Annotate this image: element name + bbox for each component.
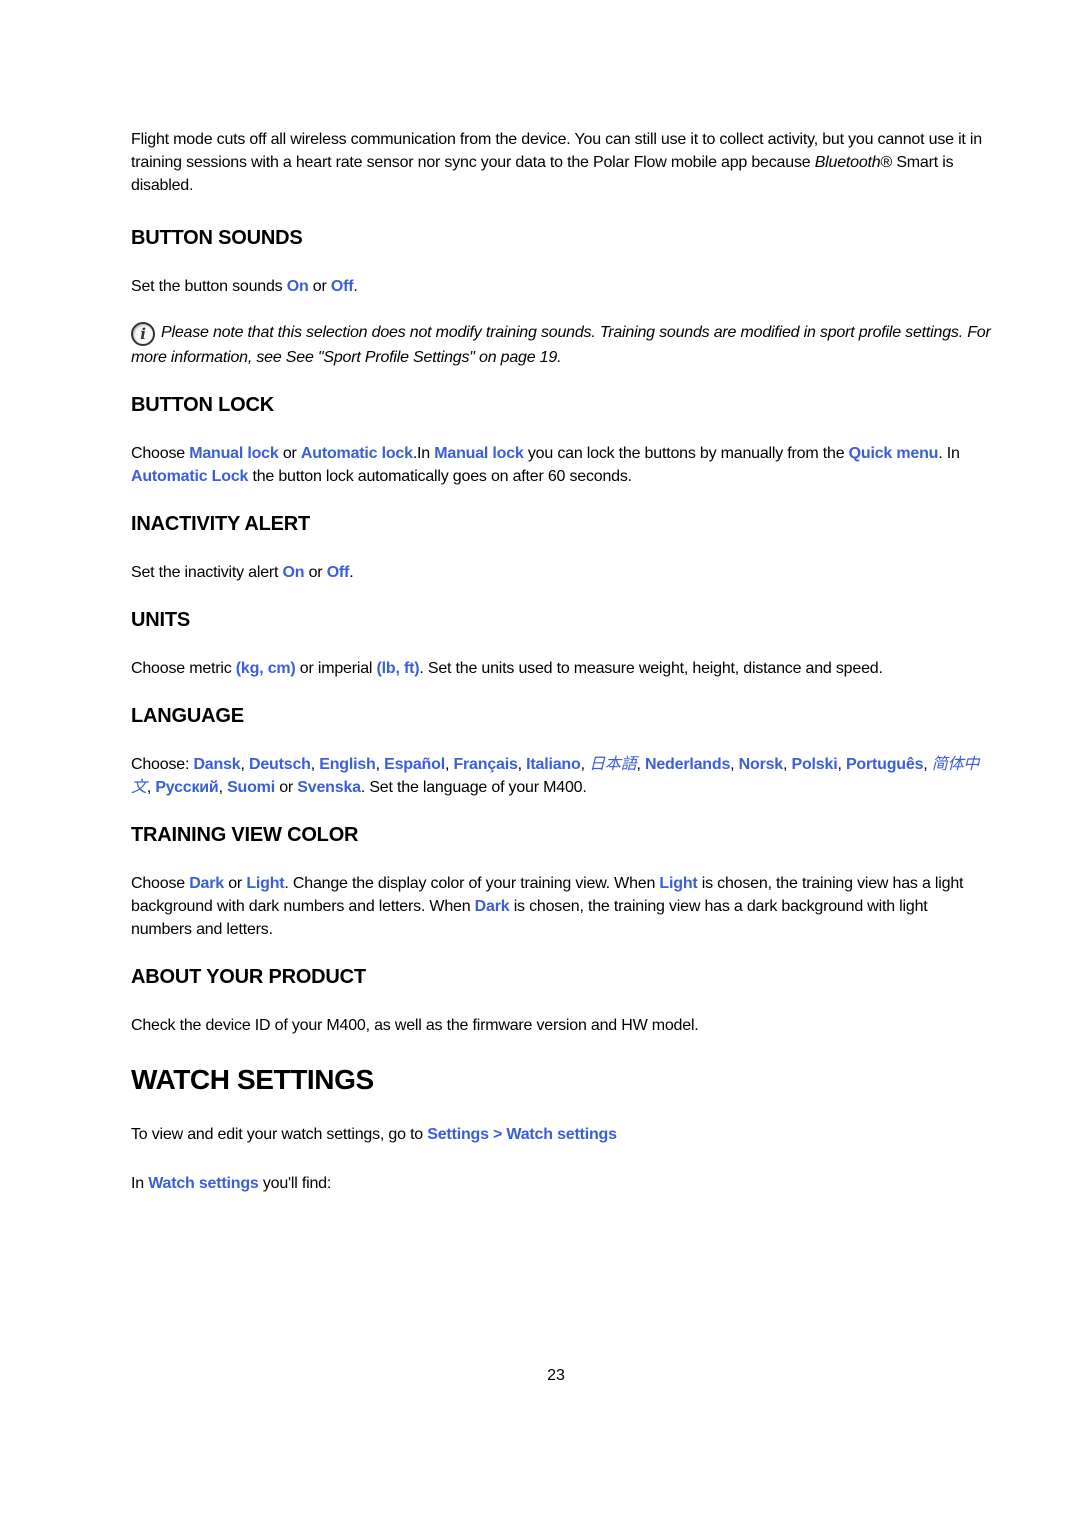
button-sounds-section: BUTTON SOUNDS Set the button sounds On o… [131, 225, 991, 369]
language-option[interactable]: Русский [155, 779, 218, 796]
units-section: UNITS Choose metric (kg, cm) or imperial… [131, 607, 991, 680]
text: or [278, 445, 301, 462]
page-number: 23 [547, 1367, 565, 1384]
text: Choose [131, 445, 190, 462]
separator: , [375, 756, 385, 773]
on-link[interactable]: On [287, 278, 309, 295]
separator: , [730, 756, 739, 773]
training-view-color-heading: TRAINING VIEW COLOR [131, 824, 359, 846]
text: . [353, 278, 358, 295]
button-lock-section: BUTTON LOCK Choose Manual lock or Automa… [131, 392, 991, 488]
text: . Set the language of your M400. [360, 779, 587, 796]
text: or [304, 564, 327, 581]
about-product-section: ABOUT YOUR PRODUCT Check the device ID o… [131, 964, 991, 1037]
language-option[interactable]: Dansk [193, 756, 240, 773]
inactivity-alert-section: INACTIVITY ALERT Set the inactivity aler… [131, 511, 991, 584]
language-option[interactable]: Polski [792, 756, 838, 773]
language-option[interactable]: Norsk [739, 756, 784, 773]
watch-settings-link[interactable]: Watch settings [148, 1175, 259, 1192]
text: you'll find: [258, 1175, 332, 1192]
separator: , [580, 756, 590, 773]
text: you can lock the buttons by manually fro… [523, 445, 849, 462]
language-option[interactable]: Suomi [227, 779, 275, 796]
separator: , [783, 756, 792, 773]
settings-path-link[interactable]: Settings > Watch settings [427, 1126, 617, 1143]
language-option[interactable]: Français [453, 756, 517, 773]
text: or imperial [295, 660, 377, 677]
about-product-paragraph: Check the device ID of your M400, as wel… [131, 1017, 699, 1034]
watch-settings-find: In Watch settings you'll find: [131, 1172, 991, 1195]
off-link[interactable]: Off [331, 278, 354, 295]
text: Choose metric [131, 660, 236, 677]
note-text: Please note that this selection does not… [131, 324, 991, 366]
language-heading: LANGUAGE [131, 705, 244, 727]
light-link[interactable]: Light [246, 875, 284, 892]
watch-settings-section: WATCH SETTINGS To view and edit your wat… [131, 1063, 991, 1195]
separator: , [517, 756, 527, 773]
units-heading: UNITS [131, 609, 191, 631]
text: Choose: [131, 756, 194, 773]
units-paragraph: Choose metric (kg, cm) or imperial (lb, … [131, 657, 991, 680]
watch-settings-intro: To view and edit your watch settings, go… [131, 1123, 991, 1146]
watch-settings-heading: WATCH SETTINGS [131, 1064, 374, 1095]
quick-menu-link[interactable]: Quick menu [849, 445, 939, 462]
language-option[interactable]: Português [846, 756, 924, 773]
text: Set the inactivity alert [131, 564, 283, 581]
on-link[interactable]: On [283, 564, 305, 581]
separator: , [218, 779, 228, 796]
text: .In [412, 445, 435, 462]
inactivity-alert-heading: INACTIVITY ALERT [131, 513, 311, 535]
language-option[interactable]: Español [384, 756, 445, 773]
light-link-2[interactable]: Light [659, 875, 697, 892]
button-sounds-paragraph: Set the button sounds On or Off. [131, 275, 991, 298]
text: . Change the display color of your train… [284, 875, 660, 892]
language-option[interactable]: 日本語 [589, 756, 637, 773]
button-sounds-heading: BUTTON SOUNDS [131, 227, 303, 249]
separator: , [310, 756, 320, 773]
off-link[interactable]: Off [327, 564, 350, 581]
separator: or [274, 779, 298, 796]
automatic-lock-link-2[interactable]: Automatic Lock [131, 468, 248, 485]
separator: , [240, 756, 249, 773]
separator: , [923, 756, 932, 773]
imperial-link[interactable]: (lb, ft) [377, 660, 420, 677]
text: Set the button sounds [131, 278, 287, 295]
text: the button lock automatically goes on af… [248, 468, 632, 485]
text: To view and edit your watch settings, go… [131, 1126, 428, 1143]
dark-link[interactable]: Dark [189, 875, 224, 892]
training-view-color-section: TRAINING VIEW COLOR Choose Dark or Light… [131, 822, 991, 941]
manual-lock-link[interactable]: Manual lock [189, 445, 279, 462]
language-option[interactable]: Nederlands [645, 756, 730, 773]
text: . Set the units used to measure weight, … [419, 660, 883, 677]
language-section: LANGUAGE Choose: Dansk, Deutsch, English… [131, 703, 991, 799]
language-option[interactable]: English [319, 756, 376, 773]
text: In [131, 1175, 149, 1192]
language-option[interactable]: Deutsch [249, 756, 311, 773]
bluetooth-term: Bluetooth [814, 154, 881, 171]
text: or [308, 278, 331, 295]
text: or [223, 875, 247, 892]
training-sounds-note: i Please note that this selection does no… [131, 321, 991, 369]
text: . In [938, 445, 960, 462]
inactivity-alert-paragraph: Set the inactivity alert On or Off. [131, 561, 991, 584]
text: . [349, 564, 354, 581]
language-option[interactable]: Italiano [526, 756, 581, 773]
info-icon: i [131, 322, 155, 346]
separator: , [636, 756, 645, 773]
language-option[interactable]: Svenska [297, 779, 361, 796]
automatic-lock-link[interactable]: Automatic lock [301, 445, 413, 462]
about-product-heading: ABOUT YOUR PRODUCT [131, 966, 366, 988]
text: Choose [131, 875, 190, 892]
flight-mode-paragraph: Flight mode cuts off all wireless commun… [131, 128, 991, 197]
training-view-color-paragraph: Choose Dark or Light. Change the display… [131, 872, 991, 941]
dark-link-2[interactable]: Dark [475, 898, 510, 915]
document-page: Flight mode cuts off all wireless commun… [131, 128, 991, 1195]
language-paragraph: Choose: Dansk, Deutsch, English, Español… [131, 753, 991, 799]
button-lock-paragraph: Choose Manual lock or Automatic lock.In … [131, 442, 991, 488]
manual-lock-link-2[interactable]: Manual lock [434, 445, 524, 462]
metric-link[interactable]: (kg, cm) [236, 660, 296, 677]
button-lock-heading: BUTTON LOCK [131, 394, 274, 416]
separator: , [837, 756, 846, 773]
